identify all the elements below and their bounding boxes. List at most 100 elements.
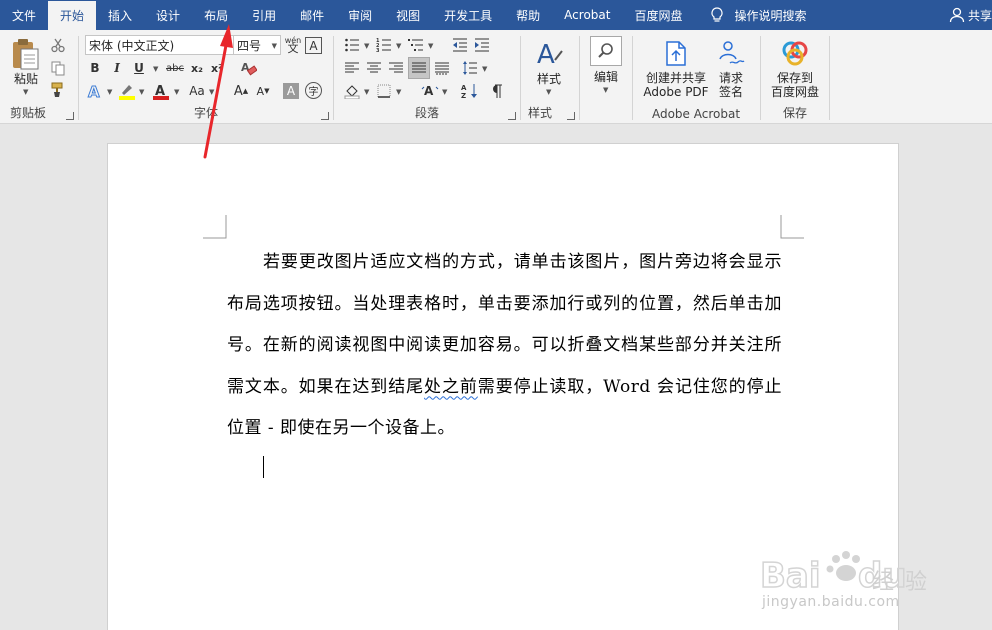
tab-view[interactable]: 视图 (384, 0, 432, 30)
multilevel-list-button[interactable] (406, 35, 426, 55)
baidu-netdisk-icon (782, 41, 808, 66)
character-shading-button[interactable]: A (283, 83, 299, 99)
search-label: 操作说明搜索 (734, 8, 807, 23)
borders-dropdown[interactable]: ▼ (396, 88, 401, 96)
margin-corner-top-right (780, 215, 804, 239)
font-name-value: 宋体 (中文正文) (89, 38, 175, 53)
clipboard-launcher[interactable] (66, 112, 74, 120)
svg-text:A: A (537, 40, 555, 68)
styles-dropdown[interactable]: ▼ (546, 88, 551, 96)
numbering-dropdown[interactable]: ▼ (396, 42, 401, 50)
pdf-share-icon (666, 41, 686, 66)
paste-button[interactable] (8, 36, 42, 72)
copy-button[interactable] (48, 58, 68, 78)
document-body-text[interactable]: 若要更改图片适应文档的方式，请单击该图片，图片旁边将会显示布局选项按钮。当处理表… (227, 242, 782, 450)
change-case-button[interactable]: Aa (185, 81, 209, 101)
request-signature-button[interactable] (715, 38, 747, 68)
cut-button[interactable] (48, 35, 68, 55)
superscript-button[interactable]: x² (207, 58, 227, 78)
distributed-icon (435, 62, 449, 75)
underline-dropdown[interactable]: ▼ (153, 65, 158, 73)
enclose-characters-button[interactable]: 字 (305, 82, 322, 99)
text-effects-button[interactable]: A (85, 81, 105, 101)
justify-button[interactable] (408, 57, 430, 79)
font-color-button[interactable]: A (151, 81, 171, 101)
align-center-button[interactable] (364, 58, 384, 78)
search-icon (598, 43, 613, 58)
highlight-button[interactable] (117, 81, 137, 101)
strikethrough-button[interactable]: abc (163, 58, 187, 78)
align-left-icon (345, 62, 359, 73)
styles-launcher[interactable] (567, 112, 575, 120)
editing-button[interactable] (590, 36, 622, 66)
increase-indent-button[interactable] (472, 35, 492, 55)
numbering-button[interactable]: 123 (374, 35, 394, 55)
save-group-label: 保存 (782, 106, 807, 120)
subscript-button[interactable]: x₂ (187, 58, 207, 78)
grammar-squiggle-text[interactable]: 处之前 (424, 377, 478, 397)
tab-baidu-netdisk[interactable]: 百度网盘 (622, 0, 694, 30)
bullet-list-icon (345, 38, 359, 52)
shrink-font-button[interactable]: A ▼ (253, 81, 273, 101)
sort-button[interactable]: AZ (460, 81, 480, 101)
tab-insert[interactable]: 插入 (96, 0, 144, 30)
line-spacing-icon (463, 61, 477, 75)
tab-references[interactable]: 引用 (240, 0, 288, 30)
tab-design[interactable]: 设计 (144, 0, 192, 30)
save-group: 保存到 百度网盘 保存 (761, 30, 829, 124)
tab-layout[interactable]: 布局 (192, 0, 240, 30)
svg-text:3: 3 (376, 48, 380, 53)
font-launcher[interactable] (321, 112, 329, 120)
multilevel-dropdown[interactable]: ▼ (428, 42, 433, 50)
asian-layout-dropdown[interactable]: ▼ (442, 88, 447, 96)
format-painter-button[interactable] (48, 80, 68, 100)
show-marks-button[interactable] (486, 81, 506, 101)
change-case-dropdown[interactable]: ▼ (209, 88, 214, 96)
font-color-dropdown[interactable]: ▼ (174, 88, 179, 96)
editing-dropdown[interactable]: ▼ (603, 86, 608, 94)
decrease-indent-button[interactable] (450, 35, 470, 55)
styles-button[interactable]: A (531, 36, 567, 70)
text-cursor (263, 456, 264, 478)
distributed-button[interactable] (432, 58, 452, 78)
save-to-baidu-button[interactable] (779, 38, 811, 68)
bullets-dropdown[interactable]: ▼ (364, 42, 369, 50)
tab-home[interactable]: 开始 (48, 1, 97, 30)
phonetic-guide-button[interactable]: wén 文 (283, 35, 303, 55)
tell-me-search[interactable]: 操作说明搜索 (694, 0, 807, 30)
signature-icon (719, 41, 745, 64)
text-effects-icon: A (88, 83, 101, 101)
char-border-button[interactable]: A (305, 37, 322, 54)
bullets-button[interactable] (342, 35, 362, 55)
italic-button[interactable]: I (107, 58, 127, 78)
tab-developer[interactable]: 开发工具 (432, 0, 504, 30)
text-effects-dropdown[interactable]: ▼ (107, 88, 112, 96)
create-pdf-button[interactable] (661, 38, 691, 68)
shading-dropdown[interactable]: ▼ (364, 88, 369, 96)
grow-font-button[interactable]: A ▲ (231, 81, 251, 101)
underline-button[interactable]: U (129, 58, 149, 78)
create-pdf-line-1: 创建并共享 (645, 71, 706, 85)
tab-file[interactable]: 文件 (0, 0, 48, 30)
borders-button[interactable] (374, 81, 394, 101)
highlight-dropdown[interactable]: ▼ (139, 88, 144, 96)
tab-mailings[interactable]: 邮件 (288, 0, 336, 30)
font-name-select[interactable]: 宋体 (中文正文) (85, 35, 235, 55)
clear-formatting-button[interactable]: A (239, 58, 259, 78)
asian-layout-button[interactable]: A (420, 81, 440, 101)
paste-dropdown[interactable]: ▼ (23, 88, 28, 96)
svg-text:A: A (424, 84, 434, 98)
paragraph-launcher[interactable] (508, 112, 516, 120)
font-size-select[interactable]: 四号 ▼ (233, 35, 281, 55)
line-spacing-button[interactable] (460, 58, 480, 78)
tab-acrobat[interactable]: Acrobat (552, 0, 622, 30)
tab-help[interactable]: 帮助 (504, 0, 552, 30)
outdent-icon (453, 38, 467, 52)
share-button[interactable]: 共享 (949, 0, 992, 30)
align-right-button[interactable] (386, 58, 406, 78)
bold-button[interactable]: B (85, 58, 105, 78)
align-left-button[interactable] (342, 58, 362, 78)
shading-button[interactable] (342, 81, 362, 101)
tab-review[interactable]: 审阅 (336, 0, 384, 30)
line-spacing-dropdown[interactable]: ▼ (482, 65, 487, 73)
